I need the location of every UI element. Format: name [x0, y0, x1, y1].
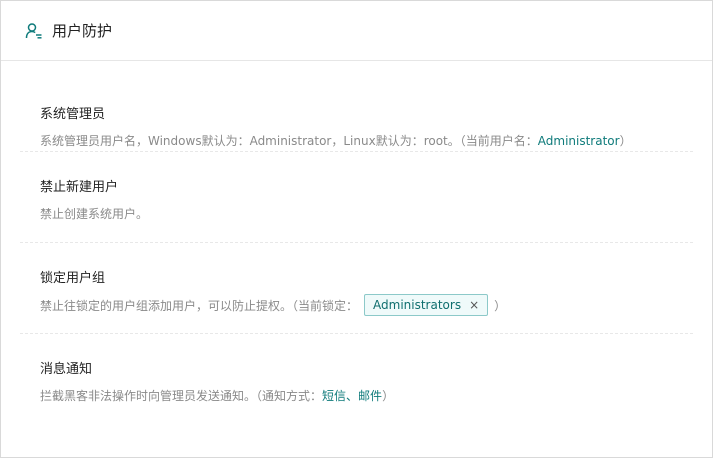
close-icon[interactable]: × [469, 298, 479, 312]
description-text: 系统管理员用户名，Windows默认为：Administrator，Linux默… [40, 134, 538, 148]
description-text: 禁止往锁定的用户组添加用户，可以防止提权。（当前锁定： [40, 298, 359, 313]
section-message-notification: 消息通知 拦截黑客非法操作时向管理员发送通知。（通知方式： 短信 、 邮件 ） [20, 334, 693, 425]
section-block-new-user: 禁止新建用户 禁止创建系统用户。 [20, 152, 693, 243]
tag-label: Administrators [373, 298, 462, 312]
notify-separator: 、 [346, 389, 359, 403]
section-system-admin: 系统管理员 系统管理员用户名，Windows默认为：Administrator，… [20, 61, 693, 152]
section-title: 锁定用户组 [40, 271, 106, 286]
section-lock-user-group: 锁定用户组 禁止往锁定的用户组添加用户，可以防止提权。（当前锁定： Admini… [20, 243, 693, 334]
locked-group-tag[interactable]: Administrators × [364, 294, 489, 316]
current-username: Administrator [537, 133, 620, 148]
section-title: 系统管理员 [40, 107, 106, 122]
section-description: 禁止创建系统用户。 [40, 205, 148, 222]
page-title: 用户防护 [52, 22, 113, 40]
user-shield-icon [25, 22, 43, 40]
notify-sms-link[interactable]: 短信 [322, 387, 346, 404]
panel-header: 用户防护 [1, 1, 712, 61]
user-protection-panel: 用户防护 系统管理员 系统管理员用户名，Windows默认为：Administr… [0, 0, 713, 458]
description-text: 禁止创建系统用户。 [40, 207, 149, 221]
description-suffix: ） [619, 134, 632, 148]
description-suffix: ） [382, 389, 395, 403]
section-title: 禁止新建用户 [40, 180, 119, 195]
description-suffix: ） [494, 298, 507, 313]
notify-email-link[interactable]: 邮件 [358, 387, 382, 404]
section-title: 消息通知 [40, 362, 93, 377]
section-description: 系统管理员用户名，Windows默认为：Administrator，Linux默… [40, 132, 632, 149]
section-description: 拦截黑客非法操作时向管理员发送通知。（通知方式： 短信 、 邮件 ） [40, 387, 394, 404]
description-text: 拦截黑客非法操作时向管理员发送通知。（通知方式： [40, 389, 323, 403]
section-description: 禁止往锁定的用户组添加用户，可以防止提权。（当前锁定： Administrato… [40, 294, 506, 316]
